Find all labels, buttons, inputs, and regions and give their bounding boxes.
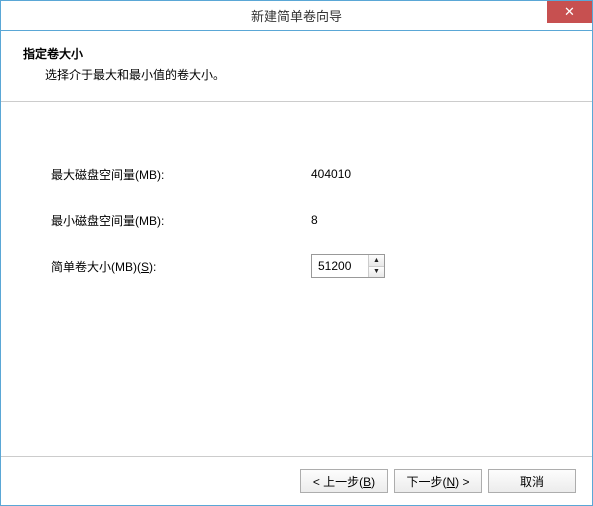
back-button[interactable]: < 上一步(B) — [300, 469, 388, 493]
spinner-up-button[interactable]: ▲ — [369, 255, 384, 267]
next-button[interactable]: 下一步(N) > — [394, 469, 482, 493]
min-space-label: 最小磁盘空间量(MB): — [51, 212, 311, 229]
wizard-content: 最大磁盘空间量(MB): 404010 最小磁盘空间量(MB): 8 简单卷大小… — [1, 102, 592, 456]
close-icon: ✕ — [564, 4, 575, 20]
volume-size-label: 简单卷大小(MB)(S): — [51, 258, 311, 275]
close-button[interactable]: ✕ — [547, 1, 592, 23]
page-title: 指定卷大小 — [23, 45, 570, 62]
spinner-down-button[interactable]: ▼ — [369, 267, 384, 278]
wizard-window: 新建简单卷向导 ✕ 指定卷大小 选择介于最大和最小值的卷大小。 最大磁盘空间量(… — [0, 0, 593, 506]
min-space-row: 最小磁盘空间量(MB): 8 — [51, 208, 542, 232]
page-subtitle: 选择介于最大和最小值的卷大小。 — [23, 66, 570, 83]
volume-size-spinner: ▲ ▼ — [311, 254, 385, 278]
volume-size-row: 简单卷大小(MB)(S): ▲ ▼ — [51, 254, 542, 278]
titlebar: 新建简单卷向导 ✕ — [1, 1, 592, 31]
window-title: 新建简单卷向导 — [1, 6, 592, 25]
chevron-down-icon: ▼ — [373, 268, 380, 275]
chevron-up-icon: ▲ — [373, 257, 380, 264]
wizard-header: 指定卷大小 选择介于最大和最小值的卷大小。 — [1, 31, 592, 102]
min-space-value: 8 — [311, 213, 318, 227]
max-space-label: 最大磁盘空间量(MB): — [51, 166, 311, 183]
cancel-button[interactable]: 取消 — [488, 469, 576, 493]
max-space-row: 最大磁盘空间量(MB): 404010 — [51, 162, 542, 186]
volume-size-input[interactable] — [312, 255, 368, 277]
wizard-footer: < 上一步(B) 下一步(N) > 取消 — [1, 456, 592, 505]
max-space-value: 404010 — [311, 167, 351, 181]
spinner-buttons: ▲ ▼ — [368, 255, 384, 277]
